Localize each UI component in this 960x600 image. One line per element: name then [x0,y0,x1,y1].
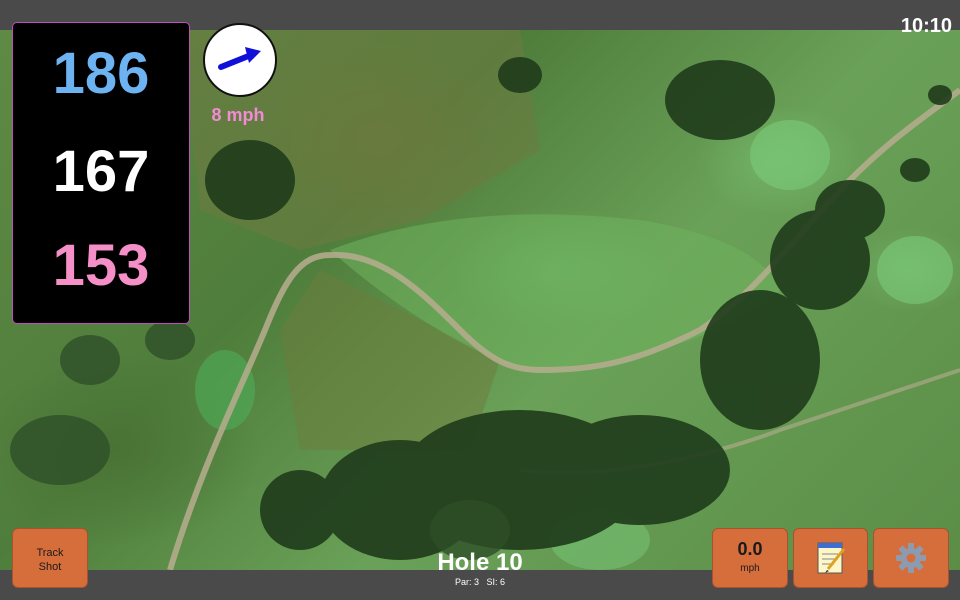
green [877,236,953,304]
hole-info: Hole 10 Par: 3 SI: 6 [380,549,580,588]
front-distance: 153 [52,233,150,298]
track-shot-button[interactable]: Track Shot [12,528,88,588]
distance-panel: 186 167 153 [12,22,190,324]
wind-dial [203,23,277,97]
back-distance: 186 [52,41,150,106]
settings-button[interactable] [873,528,949,588]
speed-unit: mph [740,563,760,574]
hole-meta: Par: 3 SI: 6 [380,577,580,588]
par-label: Par: 3 [454,577,479,587]
wind-arrow-icon [218,47,261,70]
si-label: SI: 6 [486,577,506,587]
notes-button[interactable] [793,528,868,588]
gear-icon [896,543,926,573]
speed-value: 0.0 [737,539,763,559]
middle-distance: 167 [52,139,150,204]
track-shot-label: Track Shot [13,546,87,574]
track-shot-label-line2: Shot [38,561,62,573]
clock: 10:10 [900,15,952,37]
notepad-icon [817,542,846,574]
speed-button[interactable]: 0.0 mph [712,528,788,588]
hole-title: Hole 10 [437,549,523,576]
green [750,120,830,190]
wind-speed-label: 8 mph [211,105,265,125]
track-shot-label-line1: Track [36,547,64,559]
